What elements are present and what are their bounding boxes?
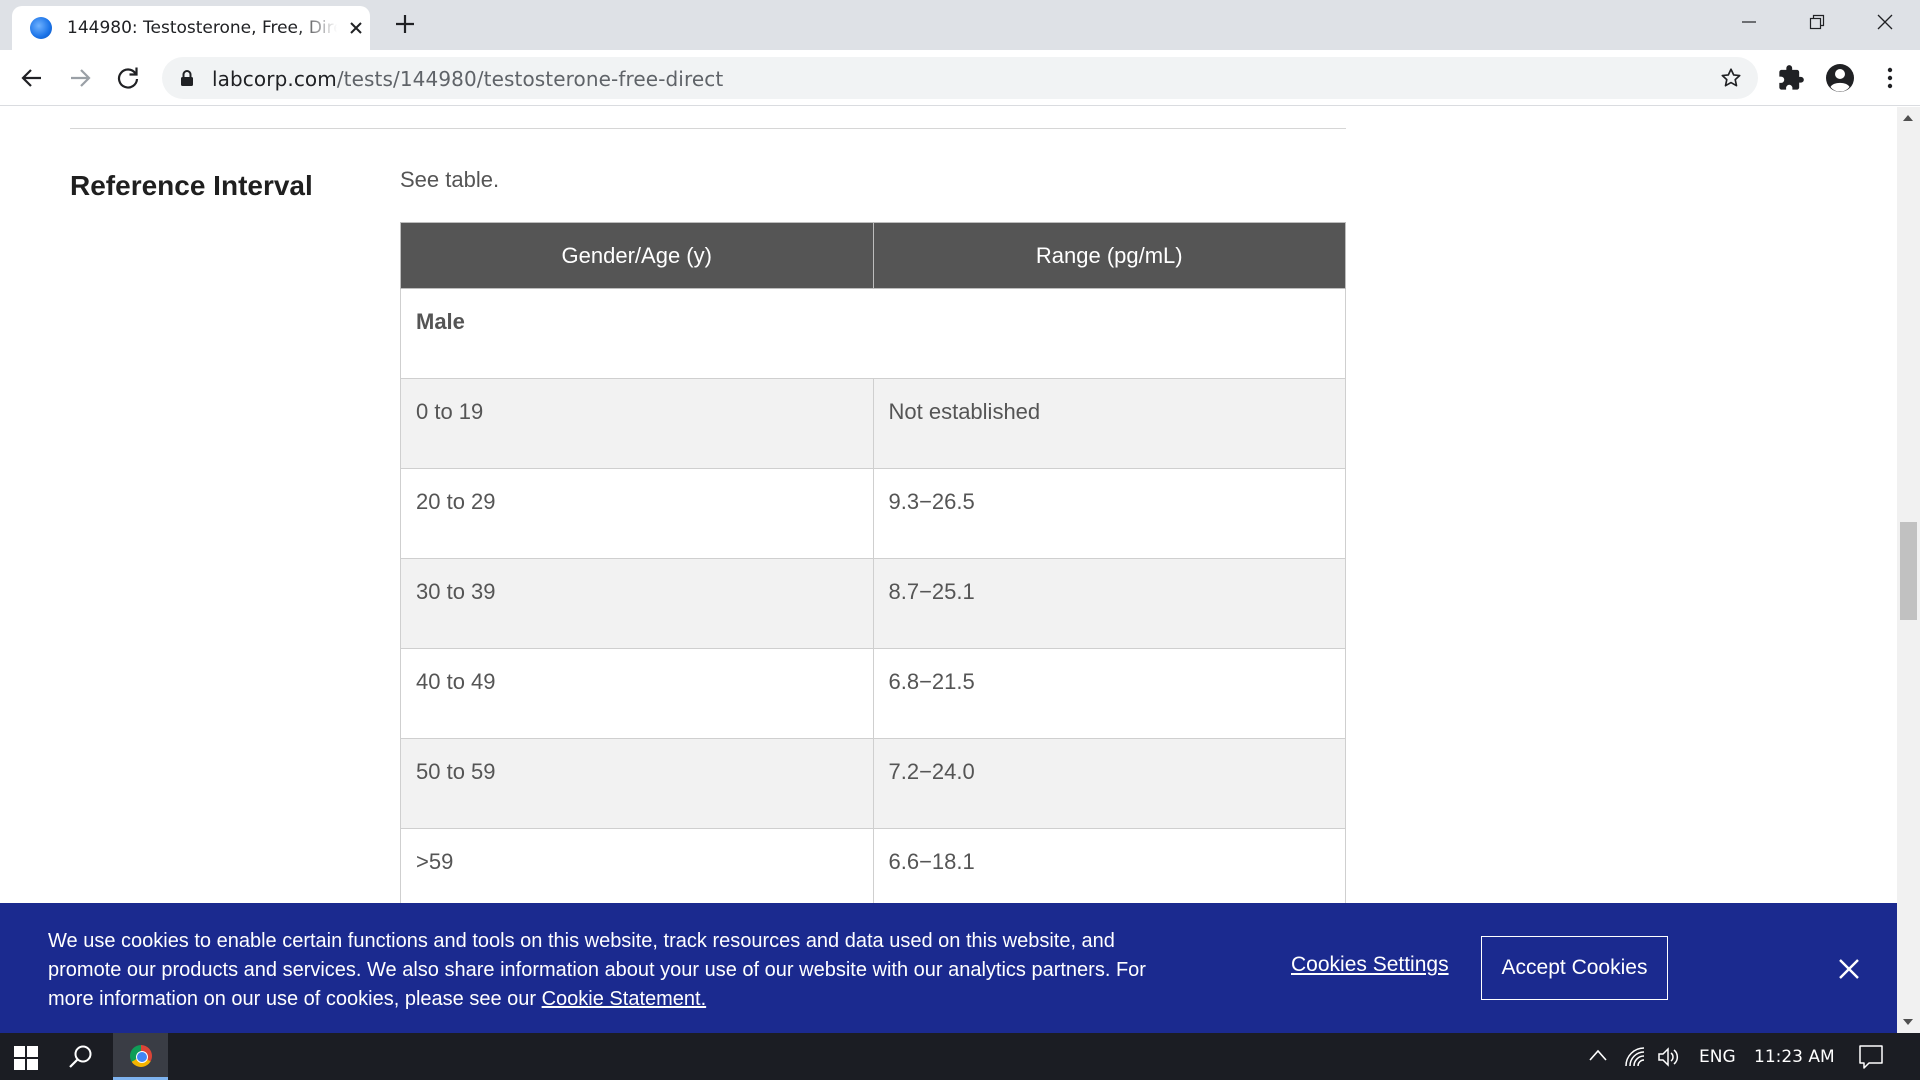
tab-close-icon[interactable] — [346, 18, 366, 38]
scrollbar-thumb[interactable] — [1900, 522, 1917, 620]
age-cell: 20 to 29 — [400, 468, 874, 559]
table-row: 50 to 59 7.2−24.0 — [400, 738, 1346, 829]
cookie-consent-banner: We use cookies to enable certain functio… — [0, 903, 1897, 1033]
tray-chevron-up-icon[interactable] — [1589, 1049, 1607, 1061]
section-title: Reference Interval — [70, 170, 313, 201]
section-divider — [70, 128, 1346, 129]
intro-text: See table. — [400, 167, 500, 192]
back-arrow-icon[interactable] — [18, 64, 46, 92]
lock-icon[interactable] — [180, 69, 194, 87]
url-host: labcorp.com — [212, 67, 337, 91]
table-header-row: Gender/Age (y) Range (pg/mL) — [400, 222, 1346, 289]
group-label-male: Male — [400, 288, 1346, 379]
network-wifi-icon[interactable] — [1624, 1046, 1646, 1068]
chrome-logo-icon — [130, 1045, 152, 1067]
cookie-message: We use cookies to enable certain functio… — [48, 927, 1158, 1014]
cookie-statement-link[interactable]: Cookie Statement. — [542, 988, 707, 1010]
address-url[interactable]: labcorp.com/tests/144980/testosterone-fr… — [212, 67, 723, 91]
page-scrollbar[interactable] — [1897, 107, 1920, 1033]
reference-interval-table: Gender/Age (y) Range (pg/mL) Male 0 to 1… — [400, 222, 1346, 919]
minimize-icon — [1742, 21, 1756, 23]
browser-tab[interactable]: 144980: Testosterone, Free, Direct — [12, 6, 370, 50]
window-close-button[interactable] — [1851, 0, 1919, 44]
table-row: 20 to 29 9.3−26.5 — [400, 468, 1346, 559]
page-viewport: Reference Interval See table. Gender/Age… — [0, 107, 1897, 1033]
taskbar-search-icon[interactable] — [68, 1044, 94, 1070]
age-cell: 30 to 39 — [400, 558, 874, 649]
browser-toolbar: labcorp.com/tests/144980/testosterone-fr… — [0, 50, 1920, 106]
windows-taskbar: ENG 11:23 AM — [0, 1033, 1920, 1080]
taskbar-chrome-app[interactable] — [113, 1033, 168, 1080]
chrome-menu-kebab-icon[interactable] — [1876, 64, 1904, 92]
bookmark-star-icon[interactable] — [1720, 67, 1742, 89]
new-tab-plus-icon[interactable] — [393, 12, 417, 36]
site-favicon-icon — [30, 17, 52, 39]
reload-icon[interactable] — [114, 64, 142, 92]
cookies-settings-link[interactable]: Cookies Settings — [1291, 953, 1449, 977]
table-row: 0 to 19 Not established — [400, 378, 1346, 469]
age-cell: 40 to 49 — [400, 648, 874, 739]
cookie-banner-close-icon[interactable] — [1838, 958, 1860, 980]
tab-title: 144980: Testosterone, Free, Direct — [67, 18, 337, 38]
range-cell: 8.7−25.1 — [872, 558, 1346, 649]
restore-icon — [1809, 14, 1825, 30]
accept-cookies-button[interactable]: Accept Cookies — [1481, 936, 1668, 1000]
column-header-age: Gender/Age (y) — [400, 222, 874, 289]
extensions-puzzle-icon[interactable] — [1777, 64, 1805, 92]
windows-start-icon[interactable] — [14, 1046, 38, 1070]
range-cell: Not established — [872, 378, 1346, 469]
age-cell: 0 to 19 — [400, 378, 874, 469]
forward-arrow-icon[interactable] — [66, 64, 94, 92]
table-row: 30 to 39 8.7−25.1 — [400, 558, 1346, 649]
age-cell: 50 to 59 — [400, 738, 874, 829]
scroll-down-arrow-icon[interactable] — [1903, 1019, 1913, 1025]
column-header-range: Range (pg/mL) — [872, 222, 1346, 289]
window-close-icon — [1877, 14, 1893, 30]
browser-tab-strip: 144980: Testosterone, Free, Direct — [0, 0, 1920, 50]
system-clock[interactable]: 11:23 AM — [1754, 1047, 1835, 1067]
scroll-up-arrow-icon[interactable] — [1903, 115, 1913, 121]
range-cell: 9.3−26.5 — [872, 468, 1346, 559]
action-center-notification-icon[interactable] — [1858, 1044, 1884, 1070]
profile-avatar-icon[interactable] — [1824, 62, 1856, 94]
address-bar[interactable]: labcorp.com/tests/144980/testosterone-fr… — [162, 57, 1758, 99]
input-language[interactable]: ENG — [1699, 1047, 1736, 1067]
url-path: /tests/144980/testosterone-free-direct — [336, 67, 724, 91]
minimize-button[interactable] — [1715, 0, 1783, 44]
restore-button[interactable] — [1783, 0, 1851, 44]
range-cell: 7.2−24.0 — [872, 738, 1346, 829]
volume-speaker-icon[interactable] — [1657, 1046, 1681, 1068]
range-cell: 6.8−21.5 — [872, 648, 1346, 739]
table-row: 40 to 49 6.8−21.5 — [400, 648, 1346, 739]
table-group-row: Male — [400, 288, 1346, 379]
